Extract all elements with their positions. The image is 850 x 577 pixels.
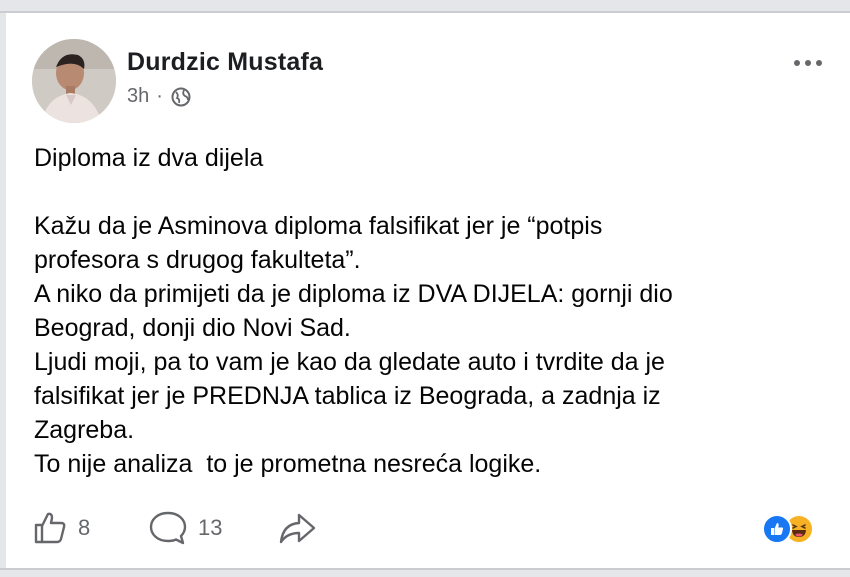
bottom-divider	[0, 568, 850, 577]
top-divider	[0, 0, 850, 13]
comment-button[interactable]: 13	[148, 508, 222, 548]
author-name[interactable]: Durdzic Mustafa	[127, 48, 323, 77]
post-paragraph: A niko da primijeti da je diploma iz DVA…	[34, 280, 673, 342]
post-paragraph: Ljudi moji, pa to vam je kao da gledate …	[34, 348, 665, 444]
more-options-button[interactable]	[788, 53, 828, 73]
reaction-summary[interactable]	[762, 513, 814, 545]
post-card: Durdzic Mustafa 3h · Diploma iz dva dije…	[6, 13, 850, 568]
share-icon	[279, 513, 316, 544]
post-title-line: Diploma iz dva dijela	[34, 144, 264, 172]
comment-count: 13	[198, 515, 223, 540]
like-reaction-icon	[762, 514, 792, 544]
share-button[interactable]	[277, 508, 317, 548]
post-paragraph: To nije analiza to je prometna nesreća l…	[34, 450, 542, 478]
avatar-photo	[32, 39, 116, 123]
like-count: 8	[78, 515, 91, 540]
post-meta: 3h ·	[127, 85, 192, 108]
post-time[interactable]: 3h	[127, 85, 149, 108]
globe-icon[interactable]	[170, 86, 192, 108]
more-horizontal-icon	[794, 60, 800, 66]
post-body: Diploma iz dva dijela Kažu da je Asminov…	[34, 141, 834, 481]
avatar[interactable]	[32, 39, 116, 123]
meta-separator: ·	[156, 85, 163, 107]
post-actions: 8 13	[6, 508, 850, 548]
thumbs-up-icon	[34, 512, 66, 544]
like-button[interactable]: 8	[32, 508, 90, 548]
post-paragraph: Kažu da je Asminova diploma falsifikat j…	[34, 212, 603, 274]
comment-icon	[149, 511, 187, 545]
